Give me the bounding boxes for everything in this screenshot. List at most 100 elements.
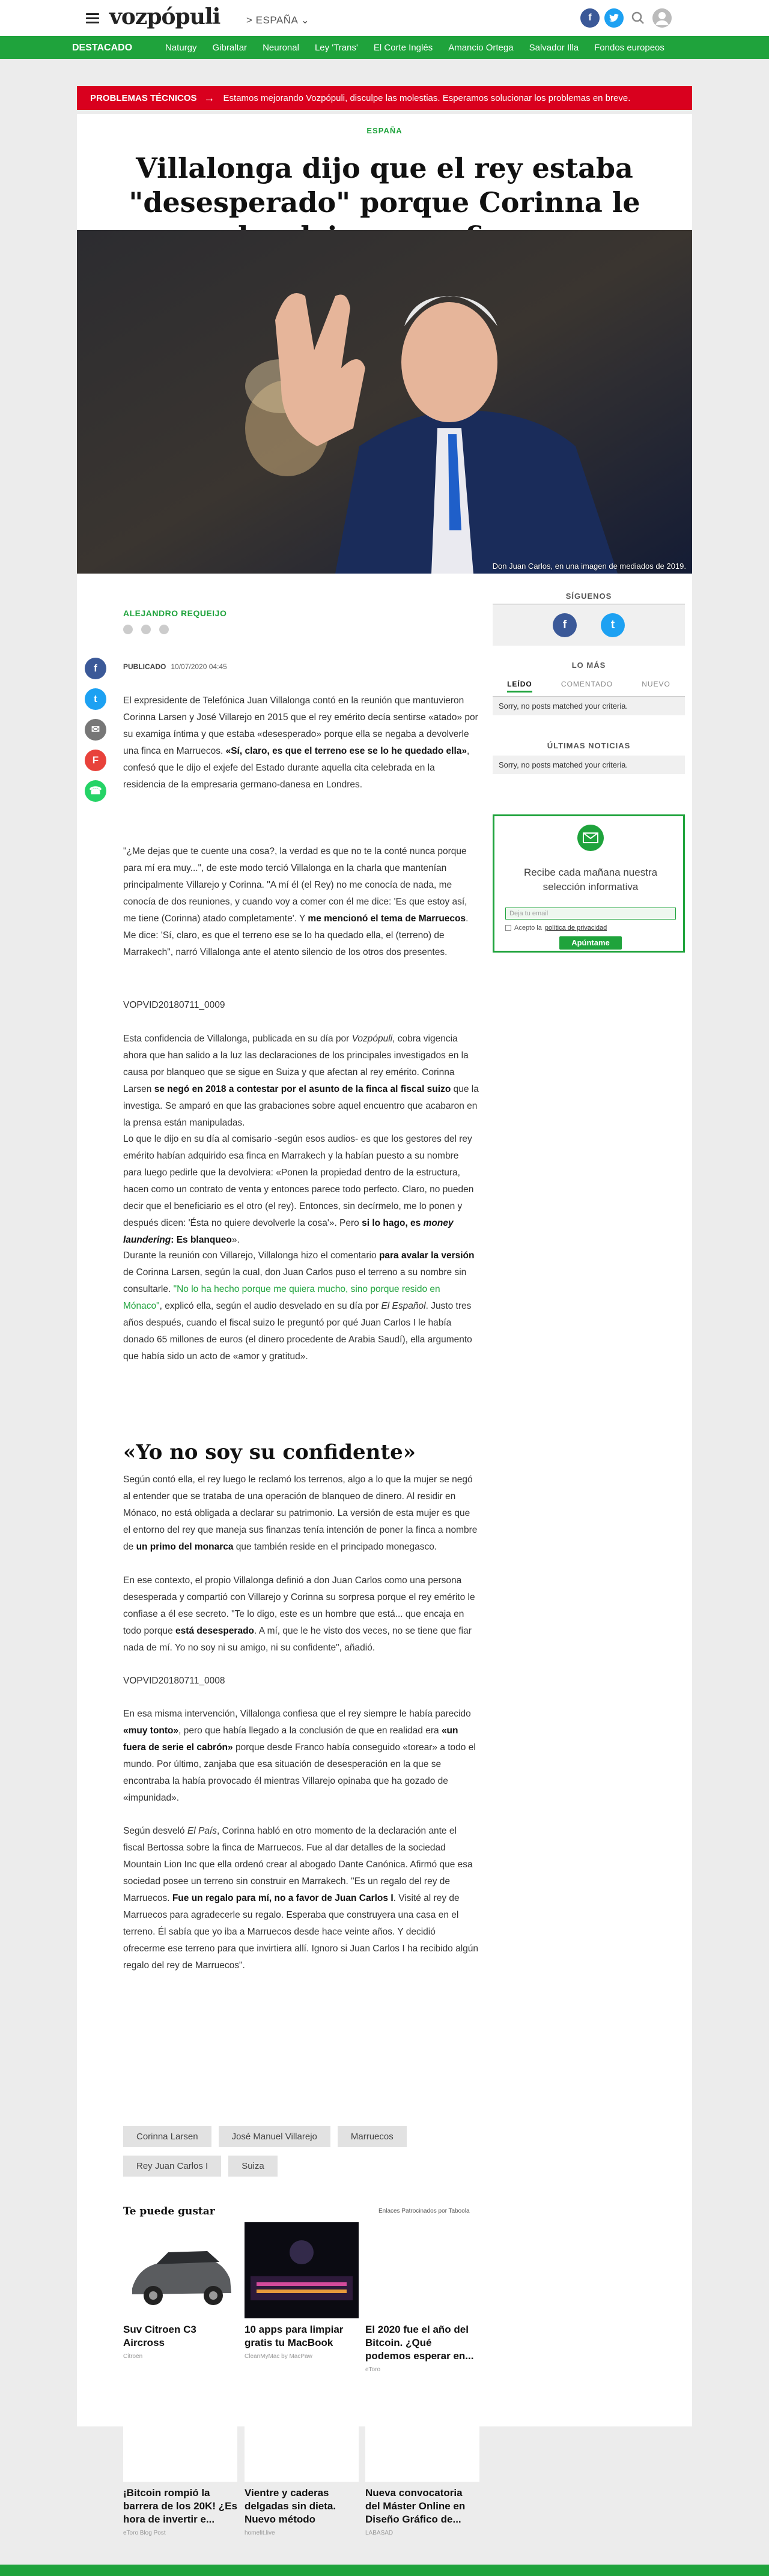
recommendation-card[interactable]: ¡Bitcoin rompió la barrera de los 20K! ¿… xyxy=(123,2386,237,2536)
nav-link[interactable]: Ley 'Trans' xyxy=(315,43,358,53)
recommendation-title[interactable]: El 2020 fue el año del Bitcoin. ¿Qué pod… xyxy=(365,2323,479,2363)
mail-icon[interactable] xyxy=(141,625,151,634)
technical-alert[interactable]: PROBLEMAS TÉCNICOS → Estamos mejorando V… xyxy=(77,86,692,110)
subscribe-button[interactable]: Apúntame xyxy=(559,936,622,950)
share-whatsapp-icon[interactable]: ☎ xyxy=(85,780,106,802)
paragraph: El expresidente de Telefónica Juan Villa… xyxy=(123,696,478,790)
nav-link[interactable]: Neuronal xyxy=(263,43,299,53)
empty-message: Sorry, no posts matched your criteria. xyxy=(493,697,685,715)
twitter-icon[interactable]: t xyxy=(601,613,625,637)
paragraph: En esa misma intervención, Villalonga co… xyxy=(123,1709,476,1803)
recommendation-source: CleanMyMac by MacPaw xyxy=(245,2353,312,2360)
recommendation-source: LABASAD xyxy=(365,2530,394,2536)
article-subheading: «Yo no soy su confidente» xyxy=(123,1440,416,1464)
follow-title: SÍGUENOS xyxy=(565,592,612,601)
recommendation-source: Citroën xyxy=(123,2353,143,2360)
recommendation-title[interactable]: Vientre y caderas delgadas sin dieta. Nu… xyxy=(245,2487,359,2526)
recommendation-card[interactable]: Suv Citroen C3 Aircross Citroën xyxy=(123,2222,237,2360)
recommendation-card[interactable]: 10 apps para limpiar gratis tu MacBook C… xyxy=(245,2222,359,2360)
published-date: 10/07/2020 04:45 xyxy=(171,662,227,671)
facebook-icon[interactable]: f xyxy=(553,613,577,637)
recommendation-card[interactable]: Nueva convocatoria del Máster Online en … xyxy=(365,2386,479,2536)
nav-link[interactable]: Fondos europeos xyxy=(594,43,664,53)
facebook-icon[interactable]: f xyxy=(580,8,600,28)
menu-icon[interactable] xyxy=(86,13,99,23)
user-icon[interactable] xyxy=(123,625,133,634)
paragraph: Lo que le dijo en su día al comisario -s… xyxy=(123,1134,474,1245)
tab-commented[interactable]: COMENTADO xyxy=(561,680,613,692)
nav-link[interactable]: Naturgy xyxy=(165,43,197,53)
recommendation-card[interactable]: El 2020 fue el año del Bitcoin. ¿Qué pod… xyxy=(365,2222,479,2373)
recommendation-image xyxy=(123,2386,237,2482)
newsletter-box: Recibe cada mañana nuestra selección inf… xyxy=(493,814,685,953)
paragraph: Según contó ella, el rey luego le reclam… xyxy=(123,1474,478,1552)
paragraph: Durante la reunión con Villarejo, Villal… xyxy=(123,1250,475,1362)
recommendation-image xyxy=(365,2222,479,2318)
recommendation-image xyxy=(123,2222,237,2318)
privacy-checkbox[interactable]: Acepto la política de privacidad xyxy=(505,924,607,932)
search-icon[interactable] xyxy=(628,8,648,28)
share-bar: f t ✉ F ☎ xyxy=(85,658,106,802)
twitter-icon[interactable] xyxy=(159,625,169,634)
recommendation-image xyxy=(365,2386,479,2482)
photo-caption: Don Juan Carlos, en una imagen de mediad… xyxy=(493,562,686,571)
share-twitter-icon[interactable]: t xyxy=(85,688,106,710)
site-logo[interactable]: vozpópuli xyxy=(109,5,220,29)
alert-title: PROBLEMAS TÉCNICOS xyxy=(90,92,197,103)
newsletter-text: Recibe cada mañana nuestra selección inf… xyxy=(523,867,658,893)
most-tabs: LEÍDO COMENTADO NUEVO xyxy=(493,680,685,697)
tab-new[interactable]: NUEVO xyxy=(642,680,670,692)
paragraph: Esta confidencia de Villalonga, publicad… xyxy=(123,1034,479,1128)
latest-title: ÚLTIMAS NOTICIAS xyxy=(547,741,631,750)
tag-list: Corinna Larsen José Manuel Villarejo Mar… xyxy=(123,2126,479,2177)
tag[interactable]: Corinna Larsen xyxy=(123,2126,211,2147)
published-info: PUBLICADO 10/07/2020 04:45 xyxy=(123,662,227,671)
share-facebook-icon[interactable]: f xyxy=(85,658,106,679)
tab-read[interactable]: LEÍDO xyxy=(507,680,532,692)
tag[interactable]: Rey Juan Carlos I xyxy=(123,2156,222,2177)
paragraph: "¿Me dejas que te cuente una cosa?, la v… xyxy=(123,846,469,957)
footer-bar xyxy=(0,2565,769,2576)
article-photo: Don Juan Carlos, en una imagen de mediad… xyxy=(77,230,692,574)
empty-message: Sorry, no posts matched your criteria. xyxy=(493,756,685,774)
nav-link[interactable]: Amancio Ortega xyxy=(448,43,513,53)
video-embed-code: VOPVID20180711_0009 xyxy=(123,1000,225,1010)
recommendation-title[interactable]: ¡Bitcoin rompió la barrera de los 20K! ¿… xyxy=(123,2487,237,2526)
share-email-icon[interactable]: ✉ xyxy=(85,719,106,741)
nav-link[interactable]: Gibraltar xyxy=(213,43,248,53)
user-icon[interactable] xyxy=(652,8,672,28)
featured-nav: DESTACADO Naturgy Gibraltar Neuronal Ley… xyxy=(0,36,769,59)
nav-link[interactable]: El Corte Inglés xyxy=(374,43,433,53)
section-label[interactable]: ESPAÑA xyxy=(77,126,692,135)
twitter-icon[interactable] xyxy=(604,8,624,28)
recommendation-title[interactable]: Nueva convocatoria del Máster Online en … xyxy=(365,2487,479,2526)
recommendation-source: eToro xyxy=(365,2366,381,2373)
alert-text: Estamos mejorando Vozpópuli, disculpe la… xyxy=(223,92,631,103)
author-name[interactable]: ALEJANDRO REQUEIJO xyxy=(123,608,226,618)
top-header: vozpópuli > ESPAÑA ⌄ f xyxy=(0,0,769,36)
recommendation-title[interactable]: Suv Citroen C3 Aircross xyxy=(123,2323,237,2350)
share-flipboard-icon[interactable]: F xyxy=(85,750,106,771)
tag[interactable]: José Manuel Villarejo xyxy=(218,2126,330,2147)
tag[interactable]: Suiza xyxy=(228,2156,278,2177)
tag[interactable]: Marruecos xyxy=(337,2126,407,2147)
email-input[interactable]: Deja tu email xyxy=(505,908,676,920)
recommendation-title[interactable]: 10 apps para limpiar gratis tu MacBook xyxy=(245,2323,359,2350)
nav-link[interactable]: Salvador Illa xyxy=(529,43,579,53)
sponsored-label[interactable]: Enlaces Patrocinados por Taboola xyxy=(378,2208,470,2214)
mail-icon xyxy=(577,825,604,851)
paragraph: Según desveló El País, Corinna habló en … xyxy=(123,1826,479,1971)
recommendation-source: homefit.live xyxy=(245,2530,275,2536)
most-title: LO MÁS xyxy=(571,661,606,670)
recommendations-title: Te puede gustar xyxy=(123,2205,215,2217)
recommendation-source: eToro Blog Post xyxy=(123,2530,166,2536)
edition-selector[interactable]: > ESPAÑA ⌄ xyxy=(246,14,309,26)
video-embed-code: VOPVID20180711_0008 xyxy=(123,1676,225,1686)
arrow-right-icon: → xyxy=(204,91,215,104)
recommendation-card[interactable]: Vientre y caderas delgadas sin dieta. Nu… xyxy=(245,2386,359,2536)
paragraph: En ese contexto, el propio Villalonga de… xyxy=(123,1575,475,1653)
privacy-link[interactable]: política de privacidad xyxy=(545,924,607,932)
checkbox[interactable] xyxy=(505,925,511,931)
recommendation-image xyxy=(245,2222,359,2318)
published-label: PUBLICADO xyxy=(123,662,166,671)
